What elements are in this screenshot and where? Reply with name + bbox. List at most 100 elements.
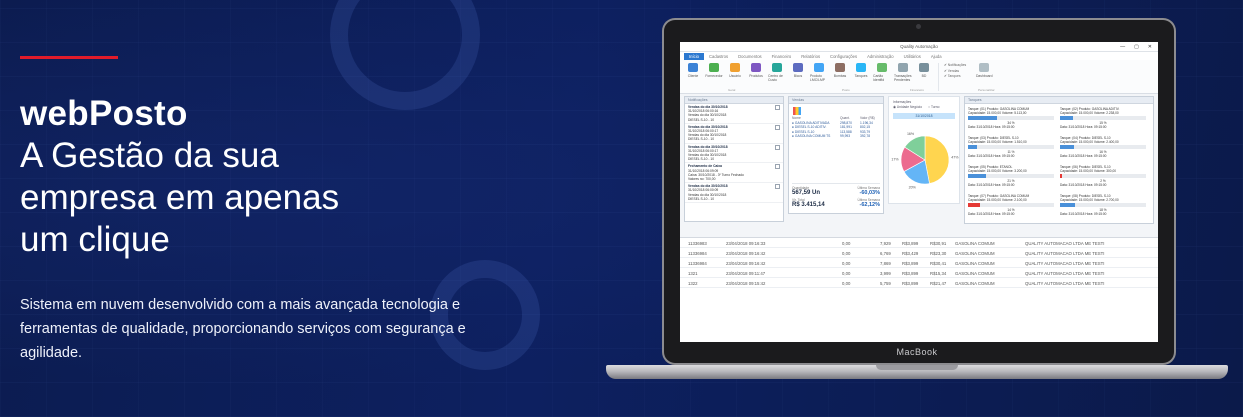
table-cell: QUALITY AUTOMACAO LTDA ME TESTI	[1025, 271, 1105, 276]
table-row[interactable]: 1322 23/04/2018 09:15:42 0,00 5,759 R$3,899 R…	[680, 278, 1158, 288]
column-header: Valor (R$)	[860, 116, 875, 120]
ribbon-button[interactable]: Usuário	[726, 63, 744, 82]
notification-checkbox[interactable]	[775, 184, 780, 190]
laptop-notch	[876, 365, 958, 370]
tank-timestamp: Data: 31/10/2018 Hora: 09:15:00	[968, 154, 1015, 158]
menu-tab[interactable]: Cadastros	[704, 53, 733, 60]
menu-tab[interactable]: Relatórios	[796, 53, 825, 60]
ribbon-button[interactable]: BD	[915, 63, 933, 82]
window-control-button[interactable]: —	[1120, 44, 1125, 50]
table-cell: GASOLINA COMUM	[955, 261, 995, 266]
table-cell: GASOLINA COMUM	[955, 251, 995, 256]
sales-row[interactable]: ● GASOLINA COMUM TS 99,993 392,78	[789, 134, 883, 138]
ribbon-button[interactable]: Fornecedor	[705, 63, 723, 82]
ribbon-button[interactable]: Produto LMC/LMP	[810, 63, 828, 82]
notification-item[interactable]: Vendas do dia 30/10/2018 31/10/2018 06:00…	[685, 104, 783, 124]
table-cell: 23/04/2018 09:15:42	[726, 281, 766, 286]
tank-level-fill	[968, 203, 981, 207]
table-cell: R$3,899	[902, 261, 919, 266]
menu-tab[interactable]: Ajuda	[926, 53, 947, 60]
pie-slice-label: 20%	[909, 186, 917, 190]
table-cell: 7,869	[880, 261, 891, 266]
menu-tab[interactable]: Financeiro	[767, 53, 797, 60]
table-row[interactable]: 11336984 23/04/2018 09:16:42 0,00 7,869 R$3,…	[680, 258, 1158, 268]
pie-slice[interactable]	[924, 136, 950, 185]
menu-tab[interactable]: Utilitários	[899, 53, 926, 60]
table-cell: GASOLINA COMUM	[955, 271, 995, 276]
tank-card[interactable]: Tanque: (08) Produto: DIESEL S-10 Capacid…	[1060, 194, 1146, 216]
menu-bar: Início Cadastros Documentos Financeiro Relat…	[680, 52, 1158, 60]
notification-checkbox[interactable]	[775, 124, 780, 130]
tank-level-bar	[1060, 145, 1146, 149]
ribbon-button-label: Produto LMC/LMP	[810, 74, 826, 82]
notification-item[interactable]: Vendas do dia 30/10/2018 31/10/2018 06:00…	[685, 124, 783, 144]
tank-card[interactable]: Tanque: (02) Produto: GASOLINA ADITIV. Ca…	[1060, 107, 1146, 129]
ribbon-button-label: Usuário	[729, 74, 741, 78]
table-cell: R$30,91	[930, 241, 947, 246]
table-cell: GASOLINA COMUM	[955, 281, 995, 286]
window-control-button[interactable]: ▢	[1134, 44, 1139, 50]
menu-tab[interactable]: Administração	[862, 53, 899, 60]
tank-card[interactable]: Tanque: (03) Produto: DIESEL S-10 Capacid…	[968, 136, 1054, 158]
ribbon-buttons: Cliente Fornecedor Usuário Produtos Centro d…	[684, 63, 933, 82]
info-label: Informações	[893, 100, 912, 104]
table-row[interactable]: 1321 23/04/2018 09:11:47 0,00 3,999 R$3,899 R…	[680, 268, 1158, 278]
headline: A Gestão da sua empresa em apenas um cli…	[20, 135, 520, 261]
ribbon-button[interactable]: Centro de Custo	[768, 63, 786, 82]
notification-line: Valores no: 700,00	[688, 177, 716, 182]
table-cell: 3,999	[880, 271, 891, 276]
column-header: Nome	[792, 116, 801, 120]
notification-item[interactable]: Vendas do dia 30/10/2018 31/10/2018 06:00…	[685, 183, 783, 204]
menu-tab[interactable]: Configurações	[825, 53, 862, 60]
ribbon-button[interactable]: Transações Pendentes	[894, 63, 912, 82]
dashboard-button[interactable]: Dashboard	[973, 63, 995, 78]
ribbon-checks: ✔ Notificações ✔ Vendas ✔ Tanques	[944, 63, 966, 80]
notification-checkbox[interactable]	[775, 164, 780, 170]
ribbon-button[interactable]: Bicos	[789, 63, 807, 82]
tank-capacity: Capacidade: 15.000,00 Volume: 3.200,00	[968, 169, 1027, 173]
notification-item[interactable]: Vendas do dia 30/10/2018 31/10/2018 06:00…	[685, 144, 783, 164]
window-control-button[interactable]: ✕	[1148, 44, 1152, 50]
description: Sistema em nuvem desenvolvido com a mais…	[20, 297, 466, 361]
total-value: R$ 3.415,14	[792, 202, 825, 209]
tank-card[interactable]: Tanque: (07) Produto: GASOLINA COMUM Capa…	[968, 194, 1054, 216]
notification-checkbox[interactable]	[775, 105, 780, 110]
ribbon-button-label: Fornecedor	[705, 74, 723, 78]
table-cell: QUALITY AUTOMACAO LTDA ME TESTI	[1025, 281, 1105, 286]
sales-panel: Vendas Nome Quant. Valor (R$) ● GASOLINA…	[788, 96, 884, 214]
tank-card[interactable]: Tanque: (01) Produto: GASOLINA COMUM Capa…	[968, 107, 1054, 129]
table-cell: 6,769	[880, 251, 891, 256]
option-business-unit[interactable]: ◉ Unidade Negócio	[893, 105, 922, 109]
ribbon-button-icon	[919, 63, 929, 72]
table-cell: GASOLINA COMUM	[955, 241, 995, 246]
table-cell: 23/04/2018 09:16:42	[726, 251, 766, 256]
tank-level-bar	[1060, 116, 1146, 120]
pie-slice-label: 16%	[907, 132, 915, 136]
notification-checkbox[interactable]	[775, 144, 780, 150]
tank-capacity: Capacidade: 15.000,00 Volume: 2.400,00	[1060, 140, 1119, 144]
ribbon-button[interactable]: Cartão Identfid	[873, 63, 891, 82]
menu-tab[interactable]: Início	[684, 52, 705, 60]
menu-tab[interactable]: Documentos	[733, 53, 767, 60]
ribbon-button[interactable]: Cliente	[684, 63, 702, 82]
ribbon-separator	[938, 63, 939, 91]
table-cell: 23/04/2018 09:16:33	[726, 241, 766, 246]
ribbon-button[interactable]: Produtos	[747, 63, 765, 82]
table-row[interactable]: 11336983 23/04/2018 09:16:33 0,00 7,929 R$3,…	[680, 238, 1158, 248]
ribbon-button-icon	[772, 63, 782, 72]
table-row[interactable]: 11336984 23/04/2018 09:16:42 0,00 6,769 R$3,…	[680, 248, 1158, 258]
option-shift[interactable]: ○ Turno	[928, 105, 939, 109]
tank-card[interactable]: Tanque: (06) Produto: DIESEL S-10 Capacid…	[1060, 165, 1146, 187]
tank-level-bar	[968, 116, 1054, 120]
table-cell: R$30,41	[930, 261, 947, 266]
tank-card[interactable]: Tanque: (04) Produto: DIESEL S-10 Capacid…	[1060, 136, 1146, 158]
ribbon-button[interactable]: Tanques	[852, 63, 870, 82]
notification-item[interactable]: Fechamento de Caixa 31/10/2018 06:09:09 Ca…	[685, 163, 783, 184]
notification-text: Vendas do dia 30/10/2018 31/10/2018 06:00…	[688, 145, 728, 162]
ribbon-check[interactable]: ✔ Notificações	[944, 63, 966, 69]
tank-card[interactable]: Tanque: (05) Produto: ETANOL Capacidade: …	[968, 165, 1054, 187]
ribbon-button[interactable]: Bombas	[831, 63, 849, 82]
ribbon-check[interactable]: ✔ Tanques	[944, 74, 966, 80]
ribbon-button-label: Produtos	[749, 74, 763, 78]
dashboard-panels: Notificações Vendas do dia 30/10/2018 31/…	[684, 96, 1154, 232]
